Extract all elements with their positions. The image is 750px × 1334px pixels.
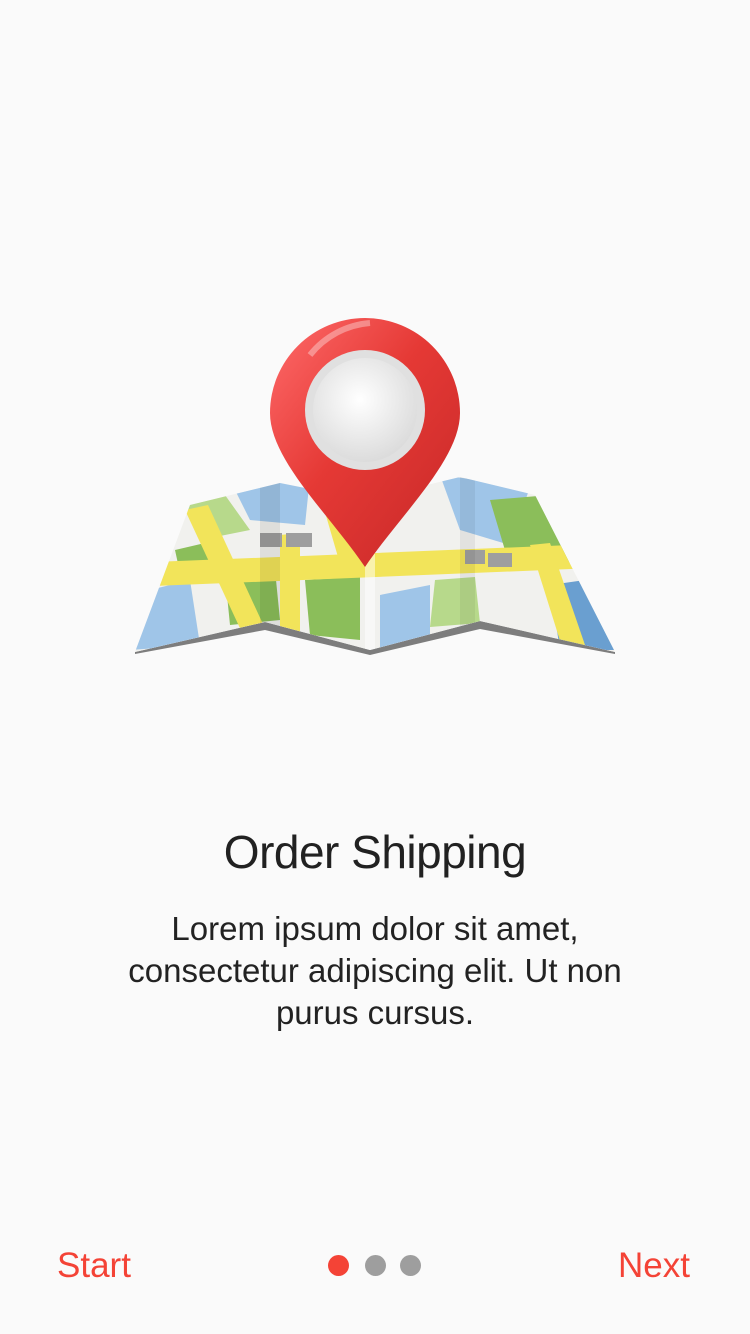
page-dot-3[interactable]: [400, 1255, 421, 1276]
page-indicator: [328, 1255, 424, 1277]
start-button[interactable]: Start: [57, 1242, 131, 1290]
page-dot-2[interactable]: [365, 1255, 386, 1276]
page-dot-1[interactable]: [328, 1255, 349, 1276]
map-illustration: [130, 305, 620, 665]
next-button[interactable]: Next: [618, 1242, 690, 1290]
page-description: Lorem ipsum dolor sit amet, consectetur …: [128, 910, 622, 1031]
folded-map-icon: [135, 318, 615, 655]
page-title: Order Shipping: [223, 826, 527, 878]
